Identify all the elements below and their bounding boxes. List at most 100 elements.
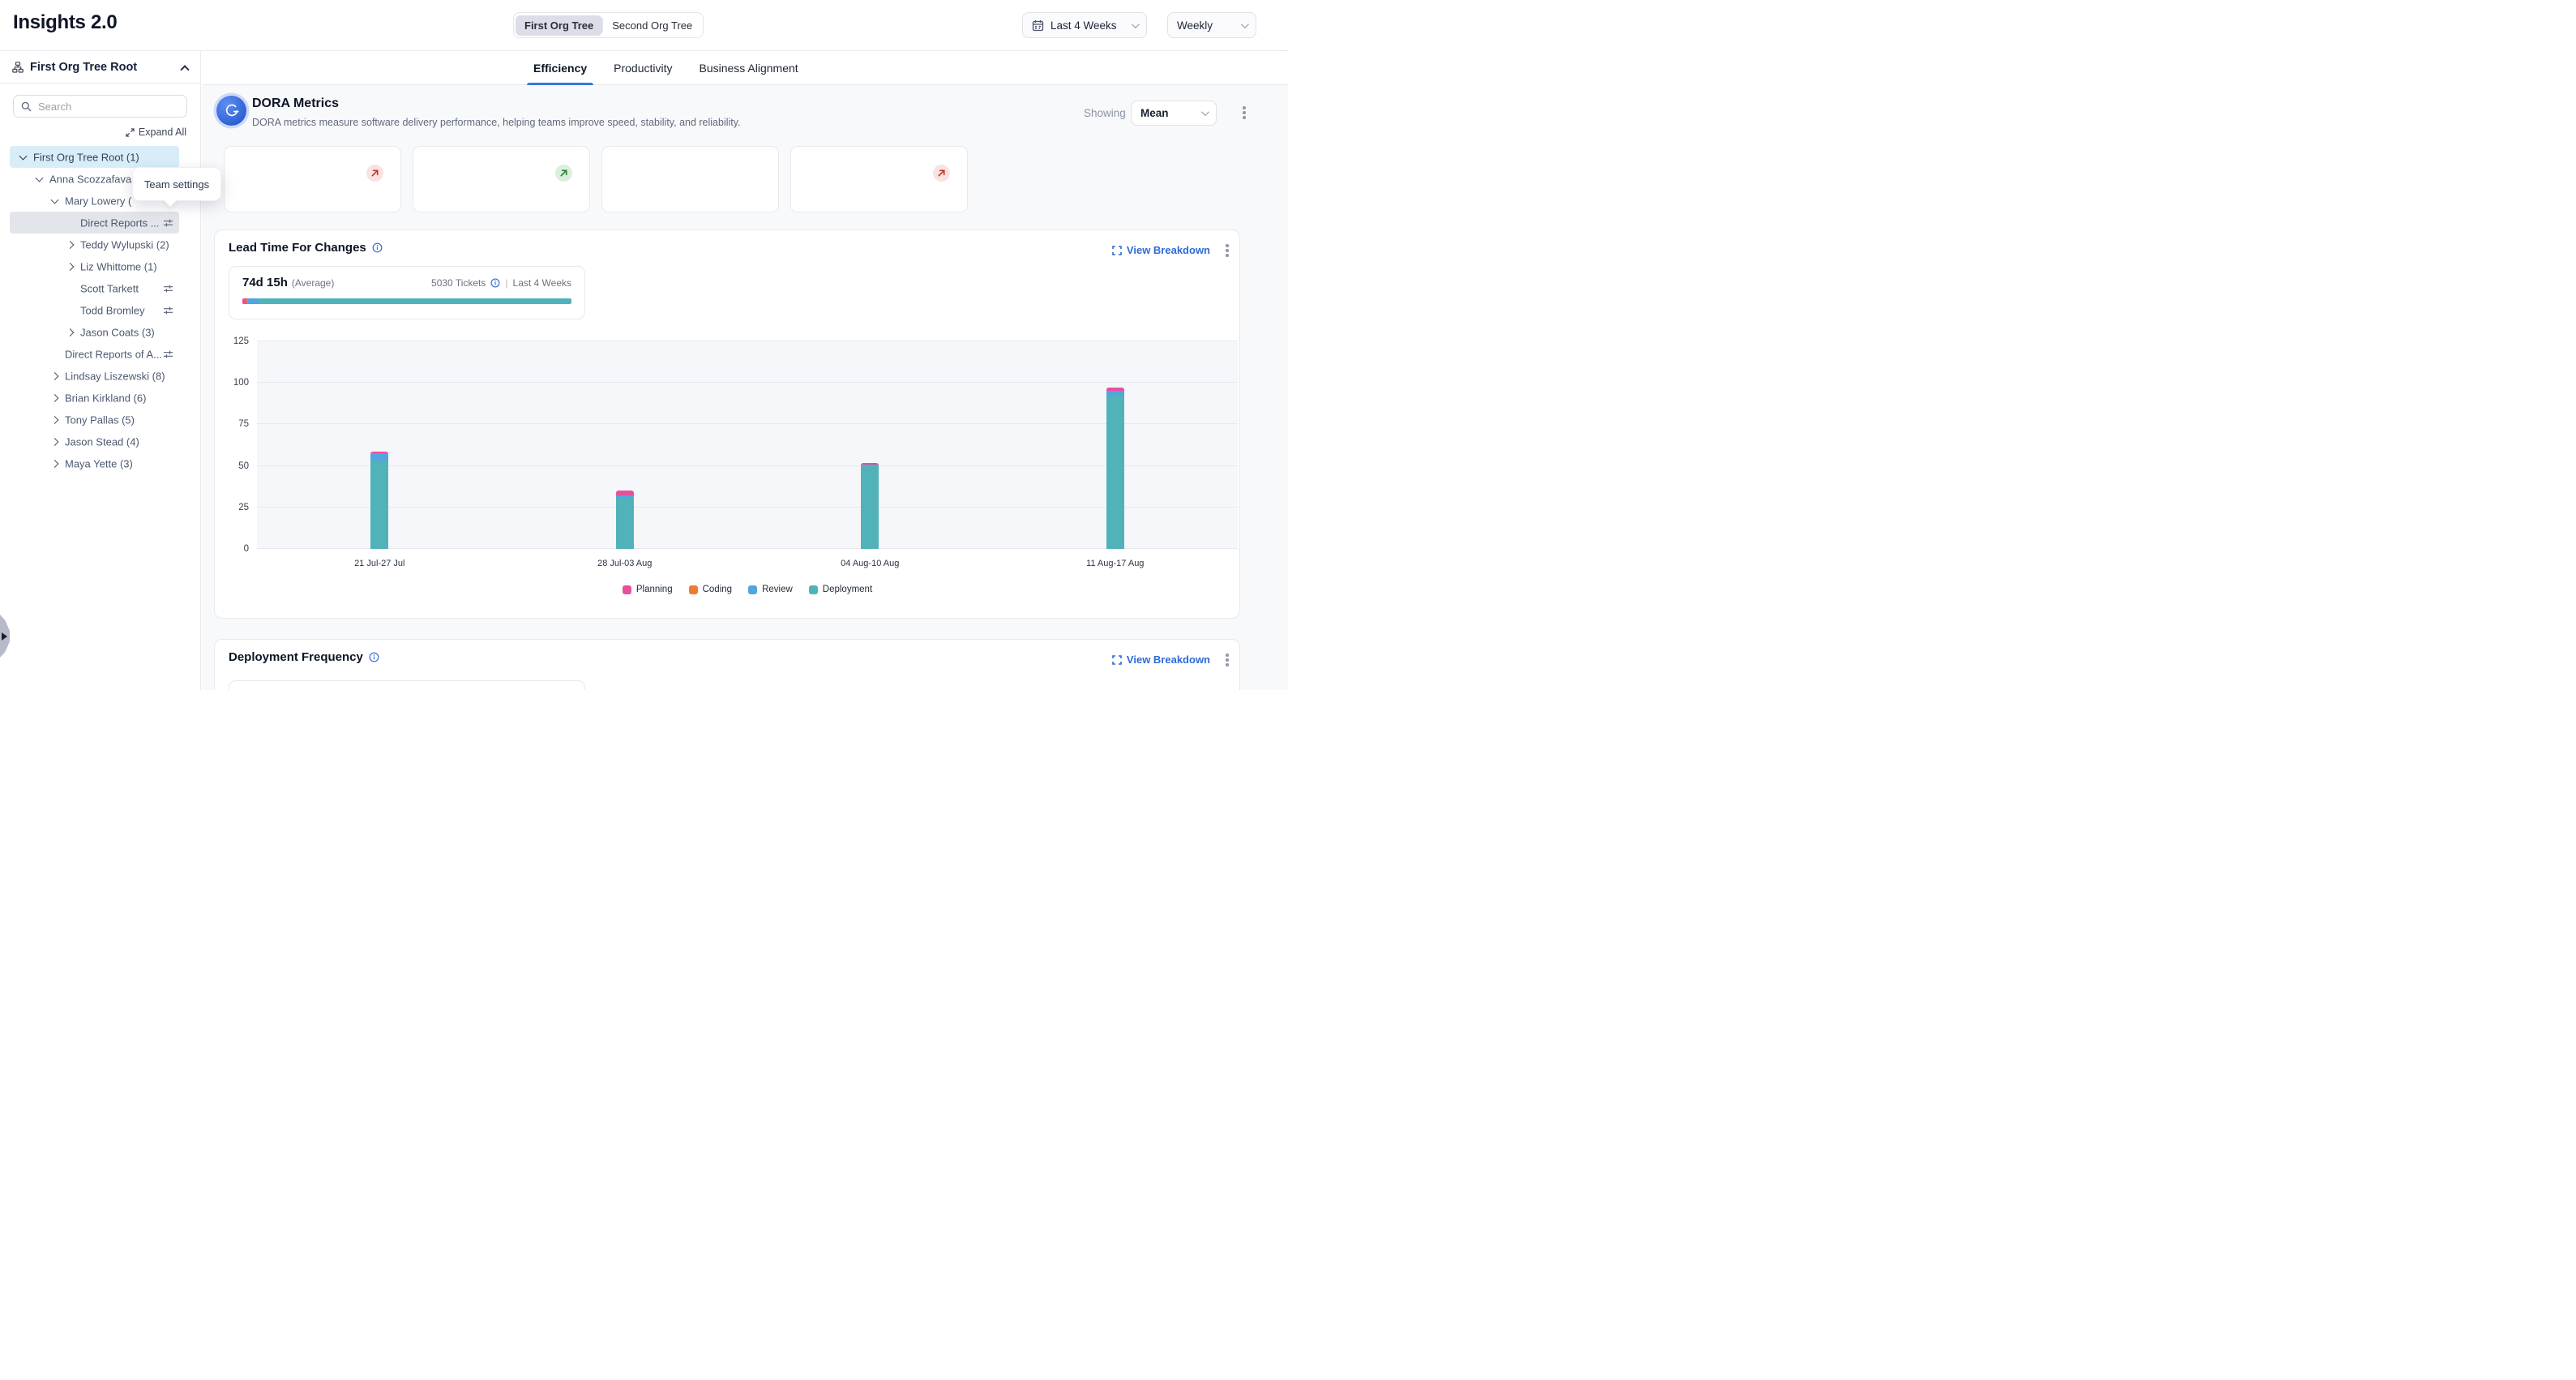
granularity-select[interactable]: Weekly <box>1167 12 1256 38</box>
sidebar: First Org Tree Root Expand All First Org… <box>0 51 201 690</box>
x-axis-tick-label: 28 Jul-03 Aug <box>597 559 652 568</box>
stacked-bar-28-jul-03-aug[interactable] <box>616 491 634 549</box>
tab-productivity[interactable]: Productivity <box>611 51 674 85</box>
summary-suffix: (Average) <box>292 277 334 289</box>
tree-item[interactable]: Scott Tarkett <box>10 277 179 299</box>
deployment-kebab-menu[interactable] <box>1226 654 1229 666</box>
chevron-right-icon[interactable] <box>51 372 59 380</box>
lead-time-kebab-menu[interactable] <box>1226 244 1229 257</box>
sidebar-header[interactable]: First Org Tree Root <box>0 51 200 84</box>
chevron-down-icon[interactable] <box>51 195 59 204</box>
expand-corners-icon <box>1112 246 1122 255</box>
bar-segment-deployment <box>616 497 634 550</box>
team-settings-icon[interactable] <box>163 283 173 294</box>
tree-item-label: Anna Scozzafava <box>49 173 131 185</box>
dora-kebab-menu[interactable] <box>1243 106 1246 119</box>
team-settings-icon[interactable] <box>163 305 173 315</box>
team-settings-icon[interactable] <box>163 349 173 359</box>
metric-card-total-deployments <box>413 146 590 212</box>
deployment-frequency-section: Deployment Frequency View Breakdown <box>214 639 1240 690</box>
tree-item[interactable]: Lindsay Liszewski (8) <box>10 365 179 387</box>
app-title: Insights 2.0 <box>13 11 117 34</box>
expand-corners-icon <box>1112 655 1122 665</box>
tree-item[interactable]: Jason Coats (3) <box>10 321 179 343</box>
stacked-bar-21-jul-27-jul[interactable] <box>370 452 388 549</box>
tab-efficiency[interactable]: Efficiency <box>531 51 589 85</box>
chart-band: 28 Jul-03 Aug <box>503 341 748 549</box>
toggle-first-org-tree[interactable]: First Org Tree <box>516 15 602 36</box>
chevron-right-icon[interactable] <box>66 328 75 336</box>
lead-time-summary-card: 74d 15h (Average) 5030 Tickets | Last 4 … <box>229 266 585 319</box>
tree-item-label: Lindsay Liszewski (8) <box>65 370 165 382</box>
tab-business-alignment[interactable]: Business Alignment <box>697 51 801 85</box>
view-breakdown-link[interactable]: View Breakdown <box>1112 244 1210 256</box>
tree-item[interactable]: Jason Stead (4) <box>10 431 179 452</box>
chevron-up-icon[interactable] <box>180 65 189 74</box>
showing-select[interactable]: Mean <box>1131 101 1217 126</box>
calendar-icon <box>1032 19 1044 32</box>
dora-section-subtitle: DORA metrics measure software delivery p… <box>252 117 741 128</box>
y-axis-tick-label: 125 <box>233 336 249 346</box>
search-input[interactable] <box>38 101 179 113</box>
info-icon[interactable] <box>369 652 379 662</box>
chevron-down-icon[interactable] <box>36 174 44 182</box>
tree-item[interactable]: Teddy Wylupski (2) <box>10 234 179 255</box>
chevron-right-icon[interactable] <box>51 438 59 446</box>
expand-all-button[interactable]: Expand All <box>14 126 186 139</box>
stacked-bar-04-aug-10-aug[interactable] <box>861 463 879 549</box>
metric-card-mean-time-to-restore <box>790 146 968 212</box>
tree-item[interactable]: Direct Reports ... <box>10 212 179 234</box>
org-tree-toggle-group: First Org Tree Second Org Tree <box>513 12 704 38</box>
tree-item[interactable]: Direct Reports of A... <box>10 343 179 365</box>
tree-item[interactable]: Maya Yette (3) <box>10 452 179 474</box>
x-axis-tick-label: 04 Aug-10 Aug <box>841 559 899 568</box>
chevron-right-icon[interactable] <box>51 416 59 424</box>
chevron-down-icon[interactable] <box>19 152 28 160</box>
tree-item-label: Todd Bromley <box>80 304 144 316</box>
legend-item-deployment[interactable]: Deployment <box>809 585 872 594</box>
legend-swatch <box>689 585 698 594</box>
search-box[interactable] <box>13 95 187 118</box>
deployment-summary-card <box>229 680 585 690</box>
chevron-right-icon[interactable] <box>51 394 59 402</box>
y-axis-tick-label: 25 <box>238 503 249 512</box>
toggle-second-org-tree[interactable]: Second Org Tree <box>603 15 701 36</box>
legend-label: Planning <box>636 585 673 594</box>
lead-time-title-text: Lead Time For Changes <box>229 241 366 255</box>
granularity-select-value: Weekly <box>1177 19 1213 32</box>
period-select[interactable]: Last 4 Weeks <box>1022 12 1147 38</box>
metric-cards-row <box>224 146 968 212</box>
search-icon <box>21 101 32 112</box>
chevron-right-icon[interactable] <box>66 263 75 271</box>
view-breakdown-label: View Breakdown <box>1127 244 1210 256</box>
tree-item[interactable]: Brian Kirkland (6) <box>10 387 179 409</box>
legend-item-planning[interactable]: Planning <box>623 585 673 594</box>
tree-item-label: Maya Yette (3) <box>65 457 133 469</box>
summary-value: 74d 15h <box>242 276 288 289</box>
top-bar: Insights 2.0 First Org Tree Second Org T… <box>0 0 1288 51</box>
legend-swatch <box>623 585 631 594</box>
legend-item-review[interactable]: Review <box>748 585 793 594</box>
showing-label: Showing <box>1084 107 1126 119</box>
team-settings-icon[interactable] <box>163 217 173 228</box>
tree-item[interactable]: Todd Bromley <box>10 299 179 321</box>
stacked-bar-11-aug-17-aug[interactable] <box>1106 388 1124 549</box>
tree-item[interactable]: Liz Whittome (1) <box>10 255 179 277</box>
info-icon[interactable] <box>490 278 500 288</box>
lead-time-title: Lead Time For Changes <box>229 241 383 255</box>
legend-item-coding[interactable]: Coding <box>689 585 732 594</box>
chevron-right-icon[interactable] <box>51 460 59 468</box>
info-icon[interactable] <box>372 242 383 253</box>
view-breakdown-link[interactable]: View Breakdown <box>1112 654 1210 666</box>
chevron-down-icon <box>1132 20 1140 28</box>
y-axis-tick-label: 50 <box>238 461 249 471</box>
y-axis-tick-label: 100 <box>233 378 249 388</box>
tree-item[interactable]: Tony Pallas (5) <box>10 409 179 431</box>
expand-all-label: Expand All <box>139 126 186 138</box>
tree-item[interactable]: First Org Tree Root (1) <box>10 146 179 168</box>
legend-label: Deployment <box>823 585 872 594</box>
chart-legend: Planning Coding Review Deployment <box>257 585 1238 594</box>
metric-card-lead-time-for-changes <box>224 146 401 212</box>
tree-item-label: Jason Coats (3) <box>80 326 155 338</box>
chevron-right-icon[interactable] <box>66 241 75 249</box>
